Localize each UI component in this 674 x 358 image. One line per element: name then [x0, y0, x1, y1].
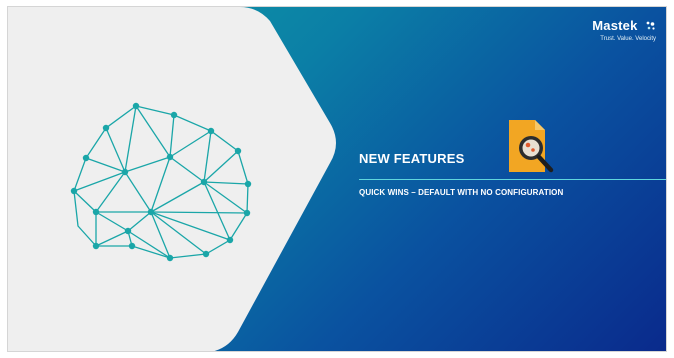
slide: Mastek Trust. Value. Velocity NEW FEATUR…: [7, 6, 667, 352]
light-panel: [8, 7, 336, 351]
slide-title: NEW FEATURES: [359, 151, 465, 166]
brand-tagline: Trust. Value. Velocity: [600, 36, 656, 42]
mastek-logo-mark-icon: [646, 21, 655, 30]
title-divider: [359, 179, 666, 180]
brand-logo: Mastek Trust. Value. Velocity: [546, 17, 656, 42]
file-search-icon: [509, 120, 554, 173]
slide-subtitle: QUICK WINS – DEFAULT WITH NO CONFIGURATI…: [359, 188, 564, 197]
brand-name: Mastek: [592, 18, 638, 34]
